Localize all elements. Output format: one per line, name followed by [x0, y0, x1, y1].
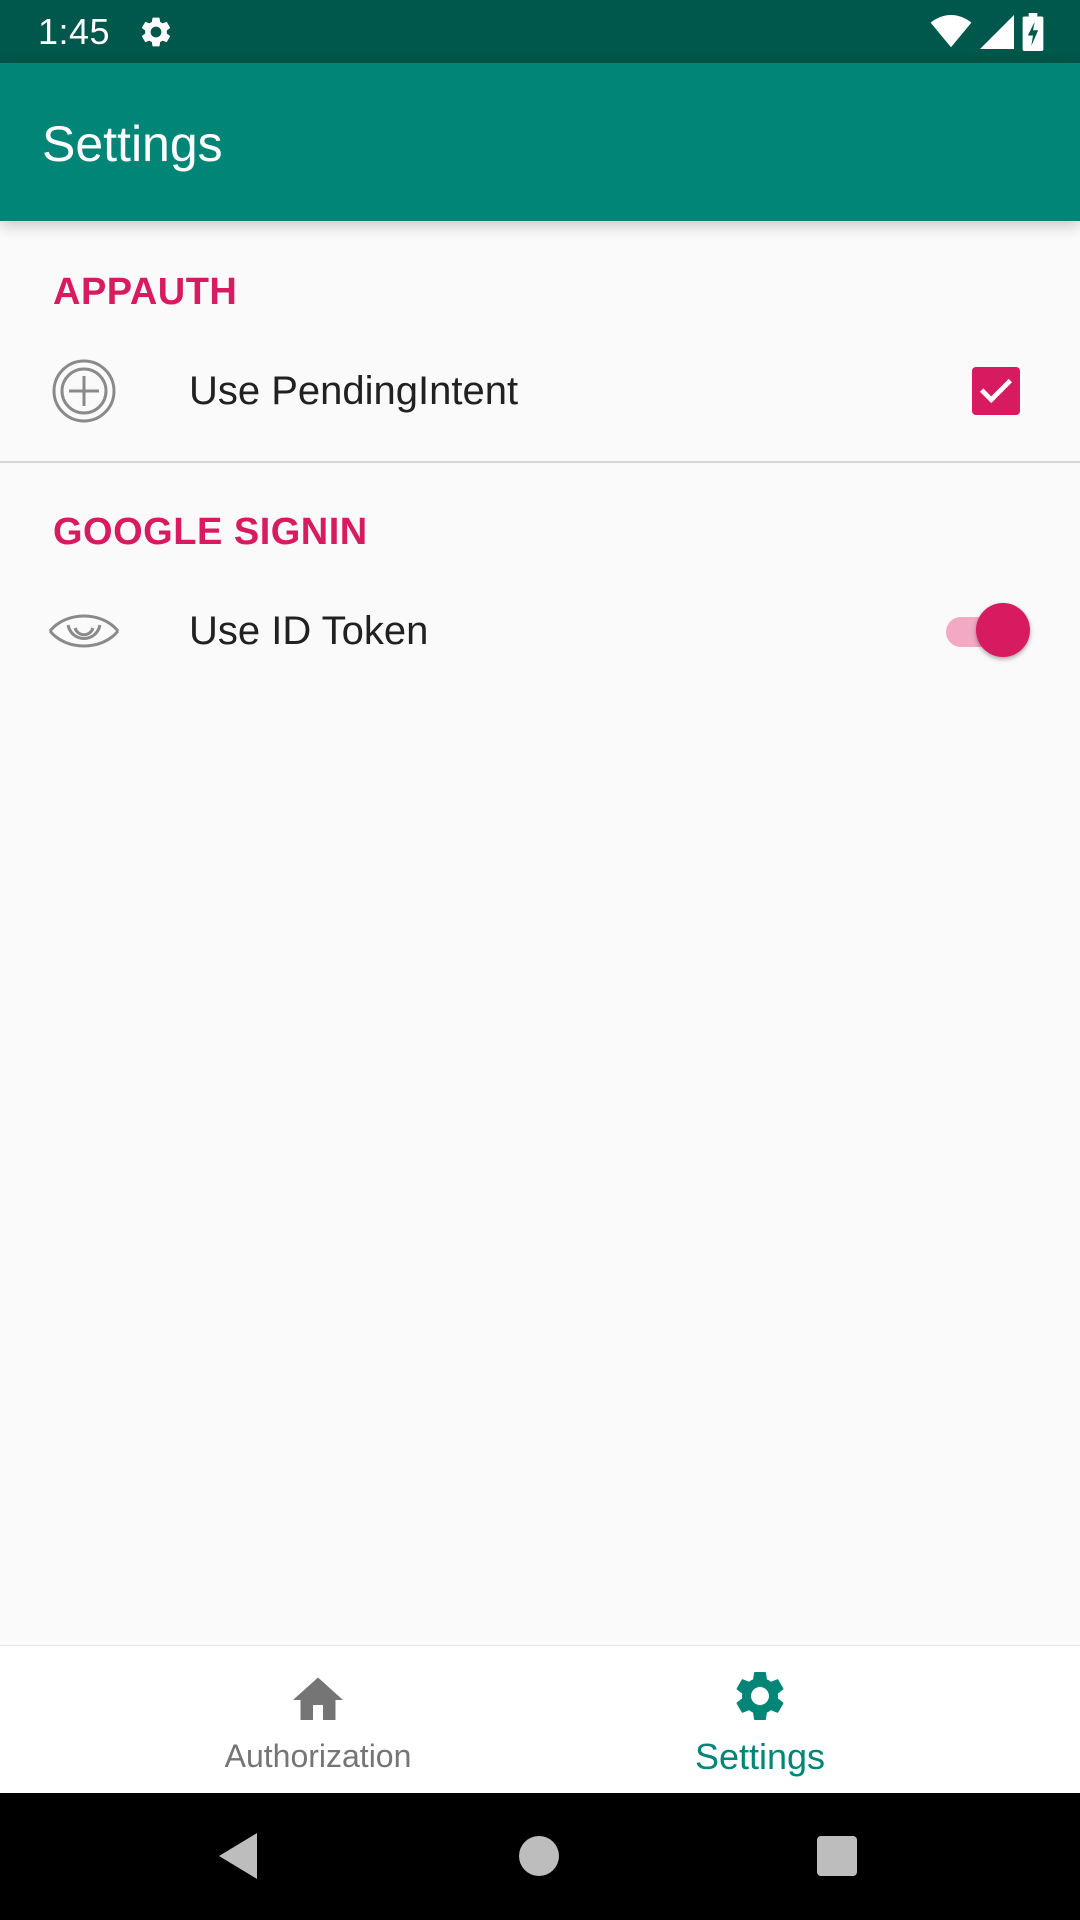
gear-icon [141, 17, 171, 47]
section-header-appauth: APPAUTH [53, 271, 238, 313]
recents-icon[interactable] [804, 1823, 870, 1889]
status-icons [930, 12, 1044, 52]
bottom-navigation: Authorization Settings [0, 1645, 1080, 1794]
home-icon [293, 1677, 343, 1720]
section-header-google-signin: GOOGLE SIGNIN [53, 511, 368, 553]
battery-charging-icon [1022, 13, 1044, 51]
signal-icon [980, 15, 1014, 49]
home-circle-icon[interactable] [506, 1823, 572, 1889]
switch-thumb [976, 603, 1030, 657]
pref-label: Use ID Token [189, 609, 429, 653]
status-bar: 1:45 [0, 0, 1080, 63]
eye-icon [48, 614, 120, 648]
id-token-switch[interactable] [944, 601, 1030, 661]
page-title: Settings [42, 116, 223, 172]
wifi-icon [930, 15, 972, 48]
settings-icon [736, 1672, 784, 1720]
system-navigation-bar [0, 1793, 1080, 1920]
app-bar: Settings [0, 63, 1080, 221]
status-time: 1:45 [38, 11, 111, 52]
pref-use-pending-intent[interactable]: Use PendingIntent [0, 331, 1080, 451]
nav-item-settings[interactable]: Settings [490, 1646, 1030, 1794]
pending-intent-checkbox[interactable] [972, 367, 1020, 415]
section-divider [0, 461, 1080, 463]
nav-label: Settings [694, 1736, 826, 1777]
add-circle-icon [52, 359, 116, 423]
pref-use-id-token[interactable]: Use ID Token [0, 571, 1080, 691]
pref-label: Use PendingIntent [189, 369, 519, 413]
back-icon[interactable] [205, 1823, 271, 1889]
checkmark-icon [979, 378, 1013, 404]
